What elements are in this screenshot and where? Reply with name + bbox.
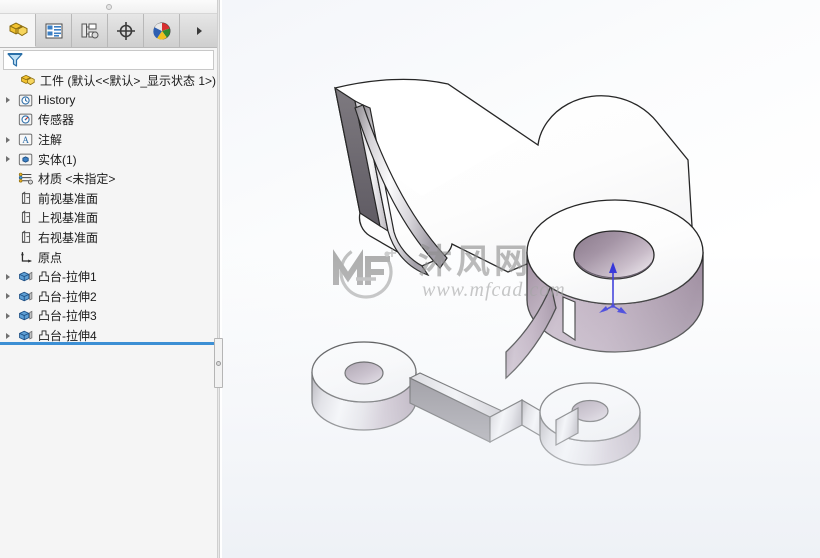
sensor-folder-icon <box>16 112 35 127</box>
tree-item-boss-extrude-3[interactable]: 凸台-拉伸3 <box>0 306 217 326</box>
property-manager-icon <box>45 23 62 38</box>
material-icon <box>16 171 35 186</box>
plate-bottom-front-wall <box>489 399 523 443</box>
chevron-right-icon <box>197 26 202 35</box>
tab-overflow-button[interactable] <box>180 14 217 47</box>
tree-item-label: 上视基准面 <box>38 211 99 226</box>
yellow-part-icon <box>18 73 37 88</box>
tree-item-label: 实体(1) <box>38 152 77 167</box>
tree-item-label: 传感器 <box>38 113 75 128</box>
expand-arrow-icon[interactable] <box>0 293 16 300</box>
history-folder-icon <box>16 93 35 108</box>
tab-property-manager[interactable] <box>36 14 72 47</box>
panel-vertical-splitter[interactable] <box>217 0 220 558</box>
tab-feature-manager[interactable] <box>0 14 36 47</box>
feature-manager-panel: 工件 (默认<<默认>_显示状态 1>) History 传感器 A 注解 实体… <box>0 0 217 558</box>
tree-item-label: 注解 <box>38 133 63 148</box>
svg-text:A: A <box>22 136 29 146</box>
tree-root-item[interactable]: 工件 (默认<<默认>_显示状态 1>) <box>0 71 217 91</box>
tree-item-label: History <box>38 93 76 108</box>
tab-dimxpert-manager[interactable] <box>108 14 144 47</box>
graphics-area[interactable]: 沐风网 www.mfcad.com <box>222 0 820 558</box>
boss-extrude-icon <box>16 328 35 343</box>
tree-item-material[interactable]: 材质 <未指定> <box>0 169 217 189</box>
expand-arrow-icon[interactable] <box>0 312 16 319</box>
tree-item-label: 凸台-拉伸2 <box>38 289 97 304</box>
tree-item-label: 凸台-拉伸3 <box>38 309 97 324</box>
tree-item-label: 前视基准面 <box>38 191 99 206</box>
plane-icon <box>16 210 35 225</box>
expand-arrow-icon[interactable] <box>0 136 16 143</box>
tree-item-boss-extrude-1[interactable]: 凸台-拉伸1 <box>0 267 217 287</box>
part-body <box>311 78 704 466</box>
tree-item-label: 原点 <box>38 250 63 265</box>
manager-tab-strip <box>0 14 217 48</box>
panel-splitter-grip[interactable] <box>214 338 223 388</box>
boss-right <box>539 382 641 466</box>
boss-extrude-icon <box>16 289 35 304</box>
solid-bodies-folder-icon <box>16 152 35 167</box>
tree-root-label: 工件 (默认<<默认>_显示状态 1>) <box>40 74 217 89</box>
annotations-folder-icon: A <box>16 132 35 147</box>
expand-arrow-icon[interactable] <box>0 273 16 280</box>
tree-item-sensors[interactable]: 传感器 <box>0 110 217 130</box>
tab-display-manager[interactable] <box>144 14 180 47</box>
hub-notch-wall <box>562 296 576 342</box>
splitter-grip-dot[interactable] <box>105 4 112 10</box>
configuration-manager-icon <box>81 23 98 38</box>
plane-icon <box>16 230 35 245</box>
panel-top-splitter[interactable] <box>0 0 217 14</box>
tree-item-top-plane[interactable]: 上视基准面 <box>0 208 217 228</box>
boss-extrude-icon <box>16 269 35 284</box>
yellow-part-icon <box>9 22 27 37</box>
feature-tree: 工件 (默认<<默认>_显示状态 1>) History 传感器 A 注解 实体… <box>0 70 217 345</box>
tree-filter-row[interactable] <box>3 50 214 70</box>
color-wheel-icon <box>152 22 170 40</box>
tree-item-front-plane[interactable]: 前视基准面 <box>0 189 217 209</box>
dimxpert-crosshair-icon <box>116 21 135 40</box>
splitter-grip-dot <box>216 360 221 366</box>
plane-icon <box>16 191 35 206</box>
tree-item-solid-bodies[interactable]: 实体(1) <box>0 149 217 169</box>
boss-extrude-icon <box>16 308 35 323</box>
boss-left <box>311 341 417 431</box>
tree-item-label: 右视基准面 <box>38 231 99 246</box>
funnel-filter-icon[interactable] <box>6 52 24 68</box>
tree-item-history[interactable]: History <box>0 91 217 111</box>
expand-arrow-icon[interactable] <box>0 97 16 104</box>
tree-item-boss-extrude-2[interactable]: 凸台-拉伸2 <box>0 287 217 307</box>
rollback-bar[interactable] <box>0 342 217 345</box>
tree-item-label: 材质 <未指定> <box>38 172 116 187</box>
solidworks-window: 沐风网 www.mfcad.com 工件 (默认<<默认>_显示状态 1>) H… <box>0 0 820 558</box>
cad-model-viewport[interactable] <box>222 0 820 558</box>
tree-item-right-plane[interactable]: 右视基准面 <box>0 228 217 248</box>
tab-configuration-manager[interactable] <box>72 14 108 47</box>
tree-item-origin[interactable]: 原点 <box>0 247 217 267</box>
tree-item-annotations[interactable]: A 注解 <box>0 130 217 150</box>
expand-arrow-icon[interactable] <box>0 332 16 339</box>
tree-item-label: 凸台-拉伸1 <box>38 270 97 285</box>
expand-arrow-icon[interactable] <box>0 156 16 163</box>
origin-icon <box>16 250 35 265</box>
